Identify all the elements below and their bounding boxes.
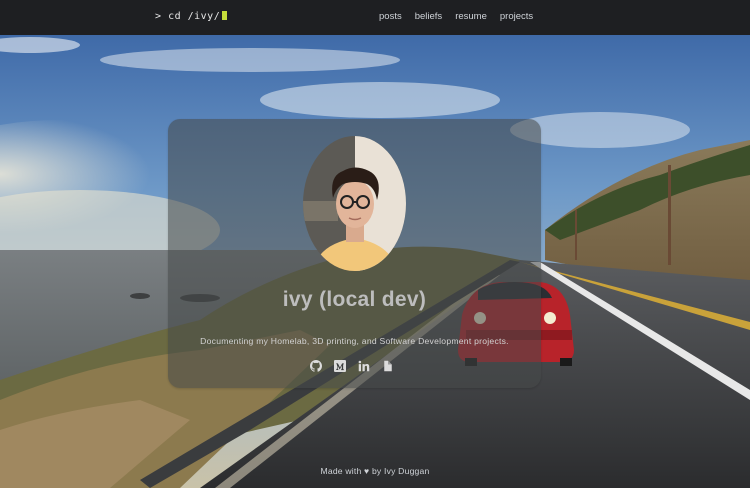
- linkedin-icon: [358, 360, 370, 372]
- profile-tagline: Documenting my Homelab, 3D printing, and…: [200, 336, 509, 346]
- footer-author: by Ivy Duggan: [371, 466, 430, 476]
- site-brand[interactable]: > cd /ivy/: [155, 11, 228, 22]
- social-links: [310, 355, 400, 372]
- nav-link-resume[interactable]: resume: [455, 11, 487, 22]
- github-icon: [310, 360, 323, 372]
- nav-link-projects[interactable]: projects: [500, 11, 533, 22]
- profile-avatar: [303, 136, 406, 271]
- footer-text-before: Made with: [320, 466, 362, 476]
- blog-link[interactable]: [382, 357, 394, 372]
- github-link[interactable]: [310, 357, 323, 372]
- heart-icon: ♥: [364, 466, 370, 476]
- nav-links: posts beliefs resume projects: [379, 11, 533, 22]
- top-navbar: > cd /ivy/ posts beliefs resume projects: [0, 0, 750, 35]
- blog-icon: [384, 360, 392, 372]
- linkedin-link[interactable]: [358, 357, 370, 372]
- site-footer: Made with ♥ by Ivy Duggan: [0, 466, 750, 476]
- terminal-cursor-icon: [222, 11, 228, 20]
- brand-path: cd /ivy/: [168, 11, 221, 22]
- medium-icon: [334, 360, 346, 372]
- medium-link[interactable]: [334, 357, 346, 372]
- nav-link-beliefs[interactable]: beliefs: [415, 11, 442, 22]
- prompt-symbol: >: [155, 11, 162, 22]
- profile-name: ivy (local dev): [282, 288, 427, 311]
- nav-link-posts[interactable]: posts: [379, 11, 402, 22]
